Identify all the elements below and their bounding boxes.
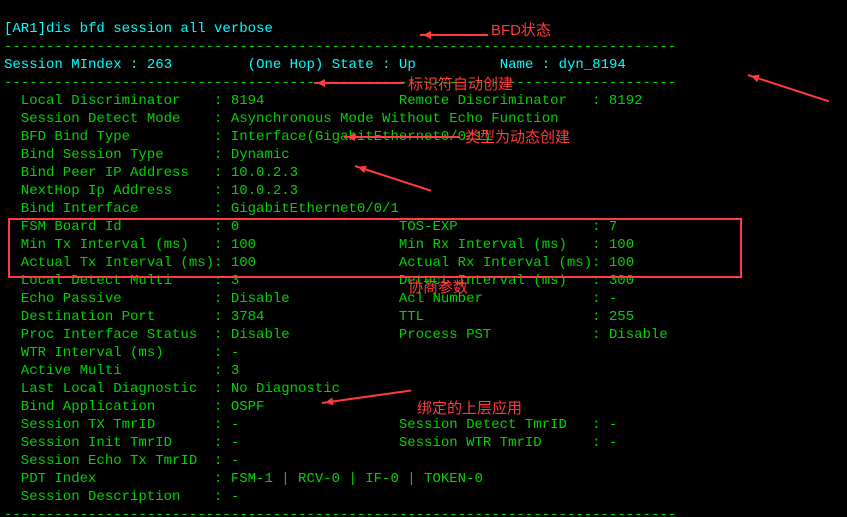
- arrow-discriminator: [314, 82, 404, 84]
- divider-top: ----------------------------------------…: [4, 39, 676, 55]
- command-line: [AR1]dis bfd session all verbose: [4, 21, 273, 37]
- session-detail-rows: Local Discriminator : 8194 Remote Discri…: [4, 92, 843, 506]
- annotation-negotiation: 协商参数: [408, 276, 468, 297]
- arrow-bfd-state: [420, 34, 488, 36]
- arrow-type-dynamic: [344, 136, 459, 138]
- annotation-bfd-state: BFD状态: [491, 19, 551, 40]
- session-header: Session MIndex : 263 (One Hop) State : U…: [4, 57, 626, 73]
- annotation-discriminator: 标识符自动创建: [408, 73, 513, 94]
- divider-bot: ----------------------------------------…: [4, 507, 676, 517]
- annotation-bind-app: 绑定的上层应用: [417, 397, 522, 418]
- annotation-type-dynamic: 类型为动态创建: [465, 126, 570, 147]
